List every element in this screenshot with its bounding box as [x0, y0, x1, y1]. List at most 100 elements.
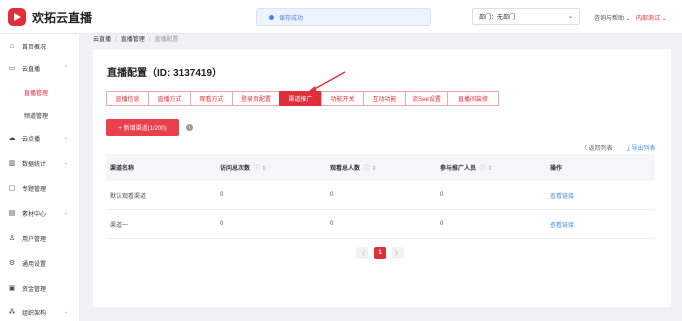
column-header-label: 访问总次数 — [220, 166, 251, 172]
next-page-button[interactable]: 〉 — [392, 247, 404, 259]
org-icon: ⁂ — [8, 309, 16, 316]
sort-icon[interactable]: ⓘ ⇕ — [252, 166, 267, 172]
config-card: 直播配置（ID: 3137419） 直播信息 直播方式 观看方式 登录页配置 渠… — [93, 49, 671, 307]
sidebar-item-live-manage[interactable]: 直播管理 — [0, 82, 80, 102]
view-link-button[interactable]: 查看链接 — [550, 191, 574, 200]
channel-name: 默认观看渠道 — [110, 193, 147, 200]
sidebar-item-label: 素材中心 — [22, 211, 47, 218]
sidebar-item-label: 通用设置 — [22, 261, 47, 268]
prev-page-button[interactable]: 〈 — [356, 247, 368, 259]
department-select[interactable]: 部门：无部门 ⌄ — [472, 8, 580, 25]
column-header-viewers[interactable]: 观看总人数 ⓘ ⇕ — [330, 163, 376, 172]
user-icon: ♙ — [8, 235, 16, 242]
topic-icon: ▢ — [8, 185, 16, 192]
table-header: 渠道名称 访问总次数 ⓘ ⇕ 观看总人数 ⓘ ⇕ 参与推广人员 ⓘ ⇕ 操作 — [106, 154, 655, 181]
help-menu[interactable]: 咨询与帮助 ⌄ — [594, 13, 631, 22]
column-header-visits[interactable]: 访问总次数 ⓘ ⇕ — [220, 163, 266, 172]
add-channel-button[interactable]: + 新增渠道(1/200) — [106, 119, 179, 136]
breadcrumb-current: 直播配置 — [154, 37, 179, 43]
settings-icon: ⚙ — [8, 260, 16, 267]
sidebar-item-label: 组织架构 — [22, 310, 47, 317]
tab-room-decoration[interactable]: 直播间装修 — [447, 91, 499, 106]
sidebar-item-live[interactable]: ▭ 云直播 ⌃ — [0, 58, 80, 78]
breadcrumb-item[interactable]: 直播管理 — [121, 37, 145, 43]
tab-login-page[interactable]: 登录页配置 — [232, 91, 280, 106]
app-logo[interactable]: 欢拓云直播 — [8, 8, 92, 26]
view-link-button[interactable]: 查看链接 — [550, 220, 574, 229]
page-number[interactable]: 1 — [374, 247, 386, 259]
chevron-down-icon: ⌄ — [63, 309, 68, 315]
home-icon: ⌂ — [9, 42, 15, 50]
cloud-icon: ☁ — [8, 135, 16, 142]
live-icon: ▭ — [8, 65, 16, 72]
toast-text: 保存成功 — [279, 15, 304, 22]
sidebar-item-settings[interactable]: ⚙ 通用设置 — [0, 253, 80, 273]
sidebar-item-label: 云点播 — [22, 136, 41, 143]
sidebar: ⌂ 首页概况 ▭ 云直播 ⌃ 直播管理 频道管理 ☁ 云点播 ⌄ ▥ 数据统计 ⌄ ▢ 专题管理… — [0, 34, 80, 321]
success-toast: 保存成功 — [256, 8, 431, 26]
sidebar-item-users[interactable]: ♙ 用户管理 — [0, 228, 80, 248]
table-row: 默认观看渠道 0 0 0 查看链接 — [106, 181, 655, 210]
sidebar-item-label: 资金管理 — [22, 286, 47, 293]
sidebar-item-label: 首页概况 — [22, 44, 47, 51]
page-title: 直播配置（ID: 3137419） — [107, 68, 223, 79]
viewers-count: 0 — [330, 192, 334, 198]
sidebar-item-label: 用户管理 — [22, 236, 47, 243]
sidebar-item-label: 专题管理 — [22, 186, 47, 193]
tab-live-mode[interactable]: 直播方式 — [148, 91, 191, 106]
annotation-arrow-icon — [303, 71, 346, 96]
chevron-down-icon: ⌄ — [63, 210, 68, 216]
sidebar-item-label: 频道管理 — [24, 113, 49, 120]
user-label: 内部测试 — [636, 16, 661, 22]
chevron-down-icon: ⌄ — [63, 160, 68, 166]
promoters-count: 0 — [440, 221, 444, 227]
tab-live-info[interactable]: 直播信息 — [106, 91, 149, 106]
info-icon[interactable]: i — [186, 124, 193, 131]
breadcrumb-item[interactable]: 云直播 — [93, 37, 111, 43]
tab-interaction[interactable]: 互动功能 — [363, 91, 406, 106]
visits-count: 0 — [220, 221, 224, 227]
channel-table: 渠道名称 访问总次数 ⓘ ⇕ 观看总人数 ⓘ ⇕ 参与推广人员 ⓘ ⇕ 操作 默… — [106, 154, 655, 239]
sidebar-item-label: 直播管理 — [24, 90, 49, 97]
export-list-link[interactable]: ⤓ 导出列表 — [627, 143, 655, 153]
breadcrumb: 云直播 / 直播管理 / 直播配置 — [93, 37, 179, 43]
column-header-label: 观看总人数 — [330, 166, 361, 172]
chevron-down-icon: ⌄ — [567, 14, 573, 20]
sidebar-item-label: 数据统计 — [22, 161, 47, 168]
back-to-list-link[interactable]: 〈 返回列表 — [581, 143, 613, 152]
sidebar-item-channel-manage[interactable]: 频道管理 — [0, 105, 80, 125]
column-header-promoters[interactable]: 参与推广人员 ⓘ ⇕ — [440, 163, 492, 172]
sidebar-item-material[interactable]: ▤ 素材中心 ⌄ — [0, 203, 80, 223]
chevron-down-icon: ⌄ — [63, 135, 68, 141]
viewers-count: 0 — [330, 221, 334, 227]
help-label: 咨询与帮助 — [594, 16, 625, 22]
chevron-up-icon: ⌃ — [63, 65, 68, 71]
logo-icon — [8, 8, 26, 26]
tab-watch-mode[interactable]: 观看方式 — [190, 91, 233, 106]
sidebar-item-topic[interactable]: ▢ 专题管理 — [0, 178, 80, 198]
app-name: 欢拓云直播 — [32, 10, 93, 25]
user-menu[interactable]: 内部测试 ⌄ — [636, 13, 667, 22]
sidebar-item-org[interactable]: ⁂ 组织架构 ⌄ — [0, 302, 80, 321]
promoters-count: 0 — [440, 192, 444, 198]
info-dot-icon — [269, 14, 274, 20]
funds-icon: ▣ — [8, 285, 16, 292]
top-bar: 欢拓云直播 保存成功 部门：无部门 ⌄ 咨询与帮助 ⌄ 内部测试 ⌄ — [0, 0, 682, 34]
table-row: 渠道一 0 0 0 查看链接 — [106, 210, 655, 239]
sort-icon[interactable]: ⓘ ⇕ — [362, 166, 377, 172]
column-header-name: 渠道名称 — [110, 166, 135, 172]
visits-count: 0 — [220, 192, 224, 198]
channel-name: 渠道一 — [110, 222, 129, 229]
sort-icon[interactable]: ⓘ ⇕ — [478, 166, 493, 172]
sidebar-item-home[interactable]: ⌂ 首页概况 — [0, 36, 80, 56]
department-select-value: 部门：无部门 — [479, 15, 516, 21]
sidebar-item-vod[interactable]: ☁ 云点播 ⌄ — [0, 128, 80, 148]
stats-icon: ▥ — [8, 160, 16, 167]
column-header-label: 参与推广人员 — [440, 166, 477, 172]
sidebar-item-funds[interactable]: ▣ 资金管理 — [0, 278, 80, 298]
sidebar-item-stats[interactable]: ▥ 数据统计 ⌄ — [0, 153, 80, 173]
material-icon: ▤ — [8, 210, 16, 217]
tab-stream-settings[interactable]: 流See设置 — [405, 91, 448, 106]
sidebar-item-label: 云直播 — [22, 66, 41, 73]
column-header-actions: 操作 — [550, 166, 563, 172]
